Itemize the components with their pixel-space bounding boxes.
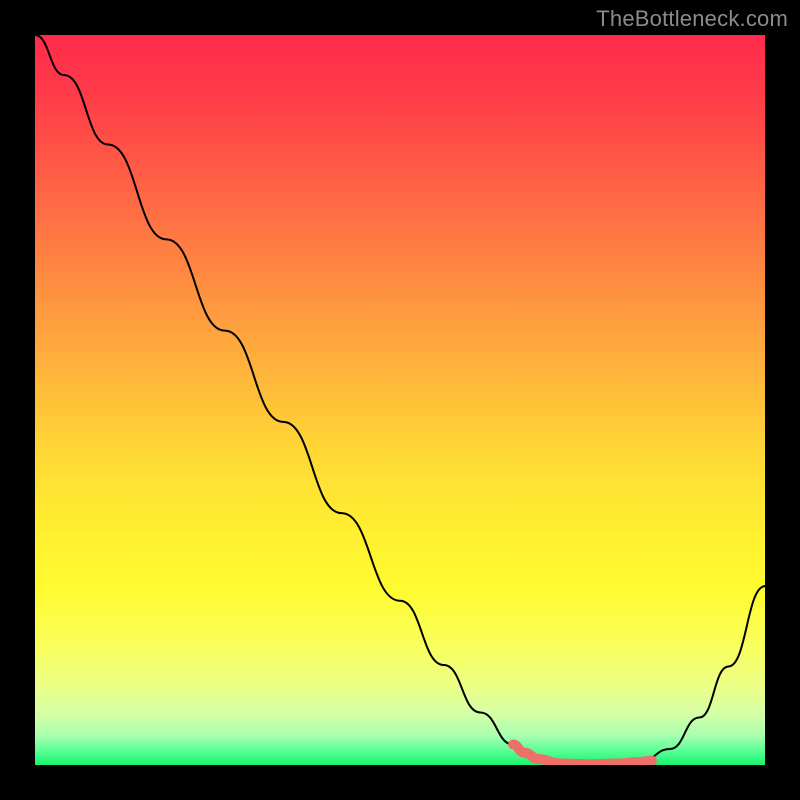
bottleneck-curve xyxy=(35,35,765,764)
chart-svg xyxy=(35,35,765,765)
watermark-text: TheBottleneck.com xyxy=(596,6,788,32)
chart-gradient-area xyxy=(35,35,765,765)
valley-highlight xyxy=(513,745,652,765)
